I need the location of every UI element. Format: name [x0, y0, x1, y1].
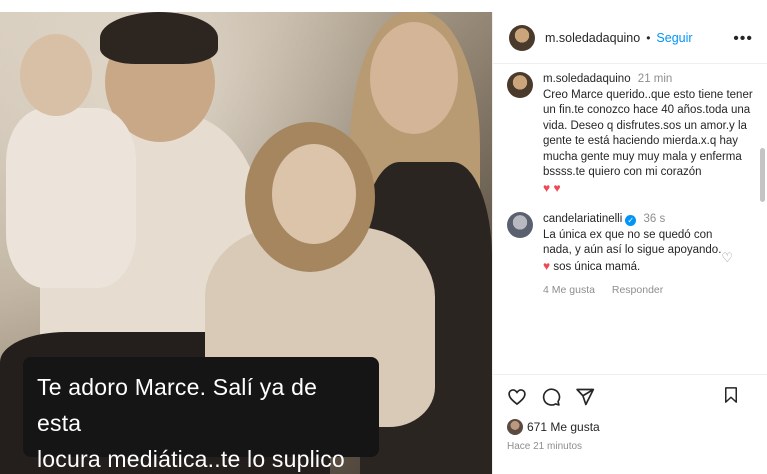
post-header: m.soledadaquino • Seguir •••: [493, 12, 767, 64]
caption-line-1: Te adoro Marce. Salí ya de esta: [37, 374, 318, 436]
more-horizontal-icon[interactable]: •••: [733, 30, 753, 48]
comment-body: m.soledadaquino 21 min Creo Marce querid…: [543, 72, 753, 197]
verified-badge-icon: ✓: [625, 215, 637, 226]
photo-woman-face: [370, 22, 458, 134]
comment-username[interactable]: m.soledadaquino: [543, 73, 631, 85]
caption-line-2: locura mediática..te lo suplico: [37, 446, 345, 472]
comment-text-2: ♥ sos única mamá.: [543, 259, 733, 276]
comment-meta: 4 Me gusta Responder: [543, 283, 733, 299]
comment-avatar[interactable]: [507, 212, 533, 238]
photo-baby-head: [20, 34, 92, 116]
post-side-panel: m.soledadaquino • Seguir ••• m.soledadaq…: [492, 12, 767, 474]
post-photo: Te adoro Marce. Salí ya de esta locura m…: [0, 12, 492, 474]
likes-summary[interactable]: 671 Me gusta: [493, 419, 767, 435]
comments-scrollbar[interactable]: [760, 148, 765, 202]
comment-text-2-content: sos única mamá.: [553, 260, 641, 273]
heart-emoji-icon: ♥ ♥: [543, 180, 561, 195]
comment-body: candelariatinelli ✓ 36 s La única ex que …: [543, 212, 733, 299]
reply-button[interactable]: Responder: [612, 284, 663, 296]
comment-time: 36 s: [643, 213, 666, 225]
like-heart-icon[interactable]: [507, 387, 527, 407]
likes-count[interactable]: 671 Me gusta: [527, 420, 600, 434]
posted-time: Hace 21 minutos: [507, 441, 583, 452]
comment-likes[interactable]: 4 Me gusta: [543, 284, 595, 296]
photo-baby-body: [6, 108, 136, 288]
share-send-icon[interactable]: [575, 387, 595, 407]
author-avatar[interactable]: [509, 24, 535, 51]
comment-username[interactable]: candelariatinelli: [543, 213, 622, 225]
comment-item: candelariatinelli ✓ 36 s La única ex que …: [507, 212, 757, 299]
comment-text: La única ex que no se quedó con nada, y …: [543, 228, 722, 257]
photo-girl-face: [272, 144, 356, 244]
author-username[interactable]: m.soledadaquino: [545, 31, 640, 45]
photo-caption-overlay: Te adoro Marce. Salí ya de esta locura m…: [23, 357, 379, 472]
comment-text: Creo Marce querido..que esto tiene tener…: [543, 88, 753, 179]
heart-emoji-icon: ♥: [543, 258, 551, 273]
photo-man-hair: [100, 12, 218, 64]
comment-avatar[interactable]: [507, 72, 533, 98]
comment-like-heart-icon[interactable]: ♡: [721, 250, 733, 266]
post-actions: 671 Me gusta Hace 21 minutos: [493, 374, 767, 452]
bookmark-icon[interactable]: [722, 385, 740, 405]
comment-item: m.soledadaquino 21 min Creo Marce querid…: [507, 72, 757, 197]
header-separator: •: [646, 30, 651, 45]
action-icons-row: [493, 385, 767, 409]
comment-time: 21 min: [637, 73, 673, 85]
follow-button[interactable]: Seguir: [656, 31, 692, 45]
comment-bubble-icon[interactable]: [541, 387, 561, 407]
comments-list[interactable]: m.soledadaquino 21 min Creo Marce querid…: [493, 72, 767, 350]
liker-avatar: [507, 419, 523, 435]
